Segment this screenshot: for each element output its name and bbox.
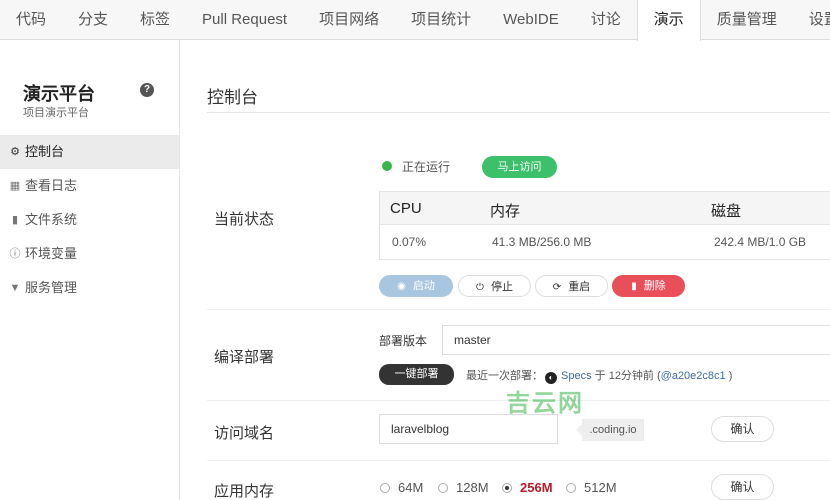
memory-option-512m[interactable]: 512M [566,480,617,495]
sidebar-item-filesystem[interactable]: ▮ 文件系统 [0,203,179,237]
project-tab-bar: 代码 分支 标签 Pull Request 项目网络 项目统计 WebIDE 讨… [0,0,830,41]
sidebar-item-env-vars[interactable]: ⓘ 环境变量 [0,237,179,271]
radio-circle [566,483,576,493]
tab-code[interactable]: 代码 [0,0,62,40]
start-button-label: 启动 [412,280,435,292]
memory-option-64m[interactable]: 64M [380,480,423,495]
last-deploy-info: 最近一次部署： ◐ Specs 于 12分钟前 (@a20e2c8c1 ) [466,367,732,384]
sidebar-menu: ⚙ 控制台 ▦ 查看日志 ▮ 文件系统 ⓘ 环境变量 ▼ 服务管理 [0,135,179,305]
sidebar-item-label: 环境变量 [25,246,78,261]
memory-option-256m[interactable]: 256M [502,480,553,495]
visit-now-button[interactable]: 马上访问 [482,156,557,178]
memory-label: 应用内存 [214,483,275,500]
memory-option-label: 64M [398,480,424,495]
tab-quality[interactable]: 质量管理 [701,0,793,40]
sidebar: 演示平台 项目演示平台 ? ⚙ 控制台 ▦ 查看日志 ▮ 文件系统 ⓘ 环境变量… [0,40,180,500]
last-deploy-suffix: ) [728,370,733,382]
tab-demo[interactable]: 演示 [636,0,701,41]
stats-value-row: 0.07% 41.3 MB/256.0 MB 242.4 MB/1.0 GB [380,225,830,259]
stats-value-cpu: 0.07% [392,235,427,249]
tab-tags[interactable]: 标签 [124,0,186,40]
domain-suffix: .coding.io [576,419,644,441]
stop-button-label: 停止 [490,281,513,293]
section-divider [207,309,830,310]
sidebar-item-logs[interactable]: ▦ 查看日志 [0,169,179,203]
info-icon: ⓘ [9,248,21,260]
tab-webide[interactable]: WebIDE [487,0,575,40]
last-deploy-commit-link[interactable]: @a20e2c8c1 [661,370,726,382]
memory-option-label: 256M [520,480,553,495]
sidebar-item-console[interactable]: ⚙ 控制台 [0,135,179,169]
page-title: 控制台 [207,88,258,107]
tab-project-network[interactable]: 项目网络 [303,0,395,40]
stats-header-disk: 磁盘 [711,203,742,220]
tab-pull-request[interactable]: Pull Request [186,0,303,40]
tab-settings[interactable]: 设置 [793,0,830,40]
memory-option-label: 512M [584,480,617,495]
status-label: 当前状态 [214,211,275,228]
sidebar-item-label: 查看日志 [25,178,78,193]
memory-option-128m[interactable]: 128M [438,480,489,495]
title-divider [207,112,830,113]
memory-confirm-button[interactable]: 确认 [711,474,774,500]
running-status-text: 正在运行 [402,160,451,174]
radio-circle [502,483,512,493]
deploy-branch-input[interactable]: master [442,325,830,355]
stats-value-disk: 242.4 MB/1.0 GB [714,235,807,249]
power-icon: ⏻ [476,282,484,293]
calendar-icon: ▦ [9,180,21,192]
refresh-icon: ⟳ [552,282,562,293]
stats-header-memory: 内存 [490,203,521,220]
sidebar-title: 演示平台 [23,84,95,104]
radio-circle [438,483,448,493]
radio-circle [380,483,390,493]
deploy-version-label: 部署版本 [379,334,428,348]
last-deploy-time: 于 12分钟前 ( [594,370,661,382]
main-content: 控制台 当前状态 正在运行 马上访问 CPU 内存 磁盘 0.07% 41.3 … [180,40,830,500]
domain-confirm-button[interactable]: 确认 [711,416,774,442]
domain-input[interactable]: laravelblog [379,414,558,444]
start-button[interactable]: ◉ 启动 [379,275,453,297]
resource-stats-table: CPU 内存 磁盘 0.07% 41.3 MB/256.0 MB 242.4 M… [379,191,830,260]
restart-button[interactable]: ⟳ 重启 [535,275,608,297]
play-icon: ◉ [397,281,406,292]
file-icon: ▮ [11,214,19,226]
section-divider [207,460,830,461]
sidebar-item-services[interactable]: ▼ 服务管理 [0,271,179,305]
watermark: 吉云网 [506,390,584,417]
last-deploy-prefix: 最近一次部署： [466,370,543,382]
running-status-dot [382,161,392,171]
domain-label: 访问域名 [214,425,275,442]
sidebar-item-label: 服务管理 [25,280,78,295]
stop-button[interactable]: ⏻ 停止 [458,275,531,297]
stats-value-memory: 41.3 MB/256.0 MB [492,235,592,249]
memory-option-label: 128M [456,480,489,495]
sidebar-subtitle: 项目演示平台 [23,107,89,119]
stats-header-cpu: CPU [390,200,422,217]
filter-icon: ▼ [9,282,21,294]
stats-header-row: CPU 内存 磁盘 [380,192,830,225]
sidebar-item-label: 控制台 [25,144,65,159]
restart-button-label: 重启 [568,281,591,293]
deploy-label: 编译部署 [214,349,275,366]
tab-discussion[interactable]: 讨论 [575,0,637,40]
trash-icon: ▮ [631,281,637,292]
last-deploy-author-link[interactable]: Specs [561,370,592,382]
help-icon[interactable]: ? [140,83,154,97]
one-click-deploy-button[interactable]: 一键部署 [379,364,454,385]
delete-button[interactable]: ▮ 删除 [612,275,685,297]
sidebar-item-label: 文件系统 [25,212,78,227]
delete-button-label: 删除 [643,280,666,292]
tab-project-stats[interactable]: 项目统计 [395,0,487,40]
dashboard-icon: ⚙ [10,146,20,158]
tab-branches[interactable]: 分支 [62,0,124,40]
